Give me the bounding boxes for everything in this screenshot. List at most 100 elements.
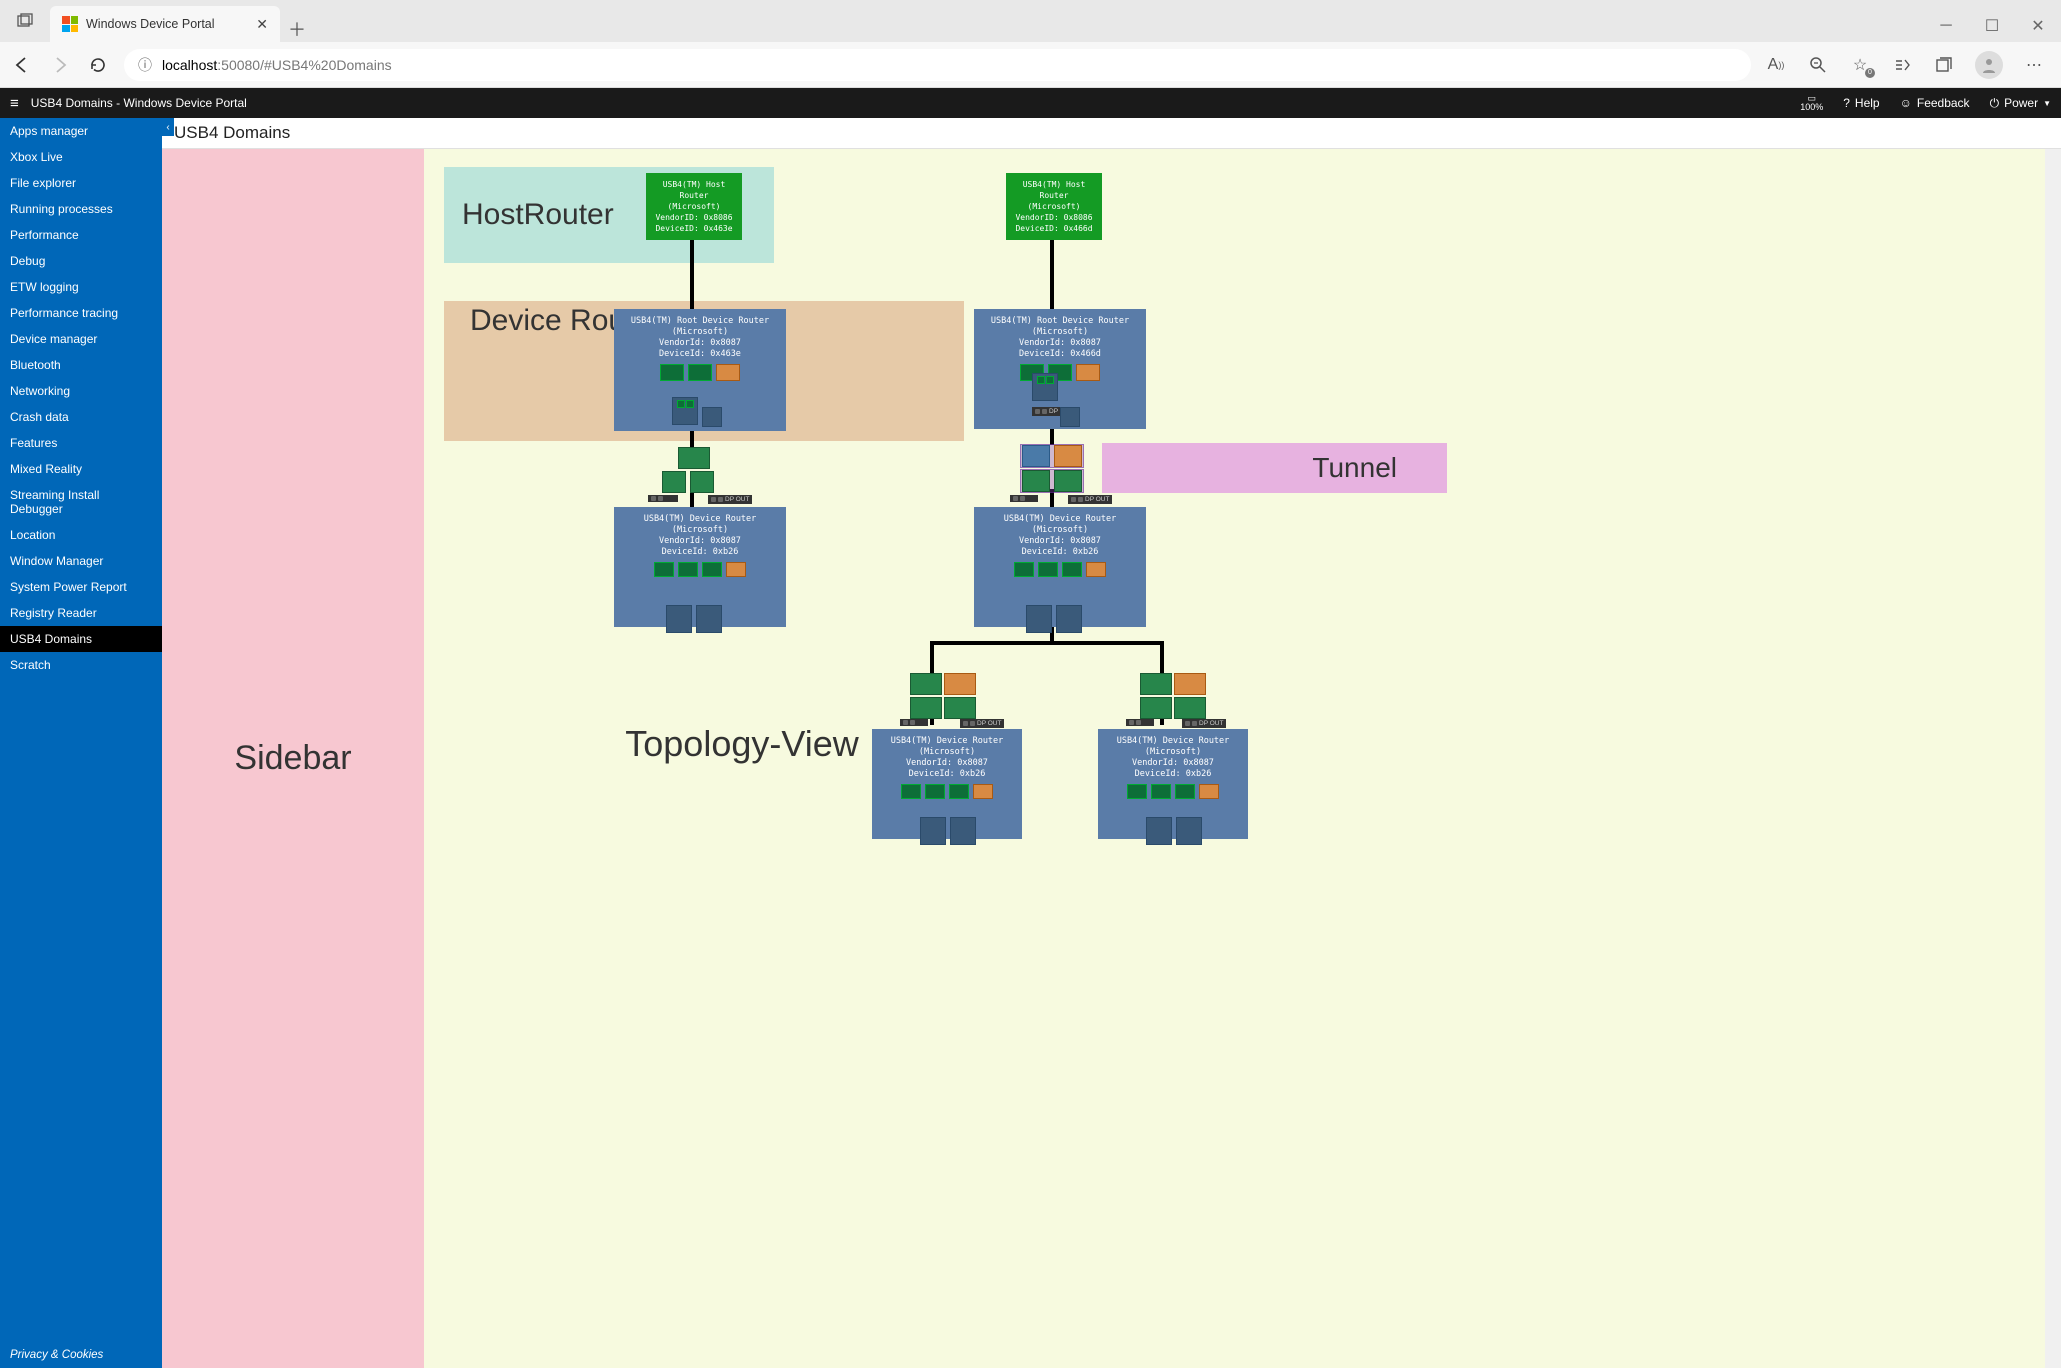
sidebar-nav: ‹ Apps managerXbox LiveFile explorerRunn… <box>0 118 162 1368</box>
sidebar-item-usb4-domains[interactable]: USB4 Domains <box>0 626 162 652</box>
pill-leafR-4[interactable] <box>1174 697 1206 719</box>
minimize-button[interactable]: ─ <box>1923 10 1969 42</box>
hamburger-icon[interactable]: ≡ <box>10 95 19 112</box>
zoom-icon[interactable] <box>1807 54 1829 76</box>
sidebar-item-apps-manager[interactable]: Apps manager <box>0 118 162 144</box>
reading-list-icon[interactable] <box>1891 54 1913 76</box>
dpslot-right <box>1010 495 1038 502</box>
browser-tabbar: Windows Device Portal ✕ ＋ ─ ☐ ✕ <box>0 0 2061 42</box>
pill-r-2b[interactable] <box>1054 470 1082 492</box>
zoom-indicator[interactable]: ▭100% <box>1800 94 1823 112</box>
dpout-leafL: DP OUT <box>960 719 1004 728</box>
power-menu[interactable]: ⏻Power▼ <box>1990 96 2051 111</box>
browser-address-bar: ⓘ localhost:50080/#USB4%20Domains A)) ☆0… <box>0 42 2061 88</box>
topology-canvas[interactable]: Sidebar HostRouter Device Router Topolog… <box>162 149 2061 1368</box>
tab-close-icon[interactable]: ✕ <box>256 16 268 33</box>
dpout-left: DP OUT <box>708 495 752 504</box>
window-tabs-icon[interactable] <box>10 6 40 36</box>
pill-leafL-2[interactable] <box>944 673 976 695</box>
annotation-sidebar: Sidebar <box>162 149 424 1368</box>
feedback-icon: ☺ <box>1900 96 1912 110</box>
sidebar-item-registry-reader[interactable]: Registry Reader <box>0 600 162 626</box>
window-controls: ─ ☐ ✕ <box>1923 10 2061 42</box>
collections-icon[interactable] <box>1933 54 1955 76</box>
back-button[interactable] <box>10 53 34 77</box>
tab-title: Windows Device Portal <box>86 17 215 31</box>
pill-leafL-3[interactable] <box>910 697 942 719</box>
root-device-router-left[interactable]: USB4(TM) Root Device Router (Microsoft) … <box>614 309 786 431</box>
sidebar-item-networking[interactable]: Networking <box>0 378 162 404</box>
pill-left-2b[interactable] <box>690 471 714 493</box>
sidebar-item-crash-data[interactable]: Crash data <box>0 404 162 430</box>
favicon-ms-icon <box>62 16 78 32</box>
pill-left-1[interactable] <box>678 447 710 469</box>
browser-tab[interactable]: Windows Device Portal ✕ <box>50 6 280 42</box>
app-header-bar: ≡ USB4 Domains - Windows Device Portal ▭… <box>0 88 2061 118</box>
port-right-d[interactable] <box>1056 605 1082 633</box>
port-right-a[interactable] <box>1032 373 1058 401</box>
sidebar-item-file-explorer[interactable]: File explorer <box>0 170 162 196</box>
canvas-scrollbar[interactable] <box>2045 149 2061 1368</box>
host-router-right[interactable]: USB4(TM) Host Router (Microsoft) VendorI… <box>1006 173 1102 240</box>
maximize-button[interactable]: ☐ <box>1969 10 2015 42</box>
pill-leafL-1[interactable] <box>910 673 942 695</box>
sidebar-item-location[interactable]: Location <box>0 522 162 548</box>
port-left-b[interactable] <box>702 407 722 427</box>
page-title: USB4 Domains <box>162 118 2061 149</box>
url-path: /#USB4%20Domains <box>260 57 392 73</box>
port-right-b[interactable] <box>1060 407 1080 427</box>
feedback-link[interactable]: ☺Feedback <box>1900 96 1970 110</box>
sidebar-item-xbox-live[interactable]: Xbox Live <box>0 144 162 170</box>
profile-avatar[interactable] <box>1975 51 2003 79</box>
device-router-leaf-left[interactable]: USB4(TM) Device Router (Microsoft) Vendo… <box>872 729 1022 839</box>
sidebar-item-debug[interactable]: Debug <box>0 248 162 274</box>
port-leafL-b[interactable] <box>950 817 976 845</box>
pill-r-2a[interactable] <box>1022 470 1050 492</box>
pill-left-2a[interactable] <box>662 471 686 493</box>
pill-r-1a[interactable] <box>1022 445 1050 467</box>
app-title: USB4 Domains - Windows Device Portal <box>31 96 247 110</box>
port-left-c[interactable] <box>666 605 692 633</box>
new-tab-button[interactable]: ＋ <box>280 16 314 42</box>
port-leafR-b[interactable] <box>1176 817 1202 845</box>
sidebar-collapse-icon[interactable]: ‹ <box>162 118 174 136</box>
sidebar-item-scratch[interactable]: Scratch <box>0 652 162 678</box>
privacy-link[interactable]: Privacy & Cookies <box>0 1342 162 1368</box>
port-leafL-a[interactable] <box>920 817 946 845</box>
favorites-icon[interactable]: ☆0 <box>1849 54 1871 76</box>
sidebar-item-window-manager[interactable]: Window Manager <box>0 548 162 574</box>
sidebar-item-system-power-report[interactable]: System Power Report <box>0 574 162 600</box>
close-window-button[interactable]: ✕ <box>2015 10 2061 42</box>
dpout-leafR: DP OUT <box>1182 719 1226 728</box>
site-info-icon[interactable]: ⓘ <box>138 55 152 75</box>
dpslot-leafL <box>900 719 928 726</box>
pill-leafR-1[interactable] <box>1140 673 1172 695</box>
dpslot-leafR <box>1126 719 1154 726</box>
read-aloud-icon[interactable]: A)) <box>1765 54 1787 76</box>
url-input[interactable]: ⓘ localhost:50080/#USB4%20Domains <box>124 49 1751 81</box>
sidebar-item-features[interactable]: Features <box>0 430 162 456</box>
sidebar-item-etw-logging[interactable]: ETW logging <box>0 274 162 300</box>
pill-leafR-2[interactable] <box>1174 673 1206 695</box>
sidebar-item-performance[interactable]: Performance <box>0 222 162 248</box>
port-leafR-a[interactable] <box>1146 817 1172 845</box>
more-menu-icon[interactable]: ⋯ <box>2023 54 2045 76</box>
refresh-button[interactable] <box>86 53 110 77</box>
device-router-leaf-right[interactable]: USB4(TM) Device Router (Microsoft) Vendo… <box>1098 729 1248 839</box>
sidebar-item-performance-tracing[interactable]: Performance tracing <box>0 300 162 326</box>
port-left-a[interactable] <box>672 397 698 425</box>
pill-r-1b[interactable] <box>1054 445 1082 467</box>
pill-leafL-4[interactable] <box>944 697 976 719</box>
pill-leafR-3[interactable] <box>1140 697 1172 719</box>
sidebar-item-mixed-reality[interactable]: Mixed Reality <box>0 456 162 482</box>
host-router-left[interactable]: USB4(TM) Host Router (Microsoft) VendorI… <box>646 173 742 240</box>
help-link[interactable]: ?Help <box>1843 96 1879 110</box>
port-right-c[interactable] <box>1026 605 1052 633</box>
port-left-d[interactable] <box>696 605 722 633</box>
sidebar-item-bluetooth[interactable]: Bluetooth <box>0 352 162 378</box>
sidebar-item-device-manager[interactable]: Device manager <box>0 326 162 352</box>
url-port: :50080 <box>217 57 260 73</box>
sidebar-item-running-processes[interactable]: Running processes <box>0 196 162 222</box>
power-icon: ⏻ <box>1990 96 2000 111</box>
sidebar-item-streaming-install-debugger[interactable]: Streaming Install Debugger <box>0 482 162 522</box>
